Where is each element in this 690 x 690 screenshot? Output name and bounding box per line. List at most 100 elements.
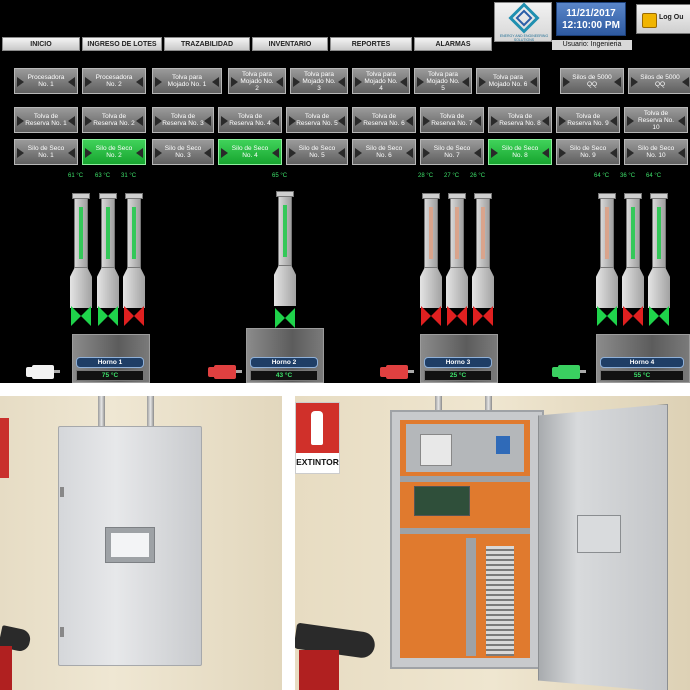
valve-left xyxy=(421,306,431,326)
row2-button-5[interactable]: Tolva de Reserva No. 5 xyxy=(286,107,348,133)
row1-button-1[interactable]: Procesadora No. 1 xyxy=(14,68,78,94)
valve-icon[interactable] xyxy=(649,306,669,326)
nav-tab-ingreso-lotes[interactable]: INGRESO DE LOTES xyxy=(82,37,162,51)
valve-left xyxy=(473,306,483,326)
valve-right xyxy=(108,306,118,326)
door-hmi-panel xyxy=(577,515,621,553)
silo-level xyxy=(605,207,609,259)
row2-button-6[interactable]: Tolva de Reserva No. 6 xyxy=(352,107,416,133)
silo-level xyxy=(106,207,110,259)
valve-icon[interactable] xyxy=(421,306,441,326)
valve-icon[interactable] xyxy=(447,306,467,326)
row1-button-9[interactable]: Silos de 5000 QQ xyxy=(560,68,624,94)
row2-button-3[interactable]: Tolva de Reserva No. 3 xyxy=(152,107,214,133)
plc-unit xyxy=(414,486,470,516)
nav-tab-trazabilidad[interactable]: TRAZABILIDAD xyxy=(164,37,250,51)
row2-button-7[interactable]: Tolva de Reserva No. 7 xyxy=(420,107,484,133)
button-label: Tolva de Reserva No. 4 xyxy=(229,113,271,127)
row3-button-2[interactable]: Silo de Seco No. 2 xyxy=(82,139,146,165)
photo-closed-cabinet xyxy=(0,396,282,690)
row1-button-10[interactable]: Silos de 5000 QQ xyxy=(628,68,690,94)
silo-tube xyxy=(448,193,466,268)
row2-button-1[interactable]: Tolva de Reserva No. 1 xyxy=(14,107,78,133)
din-rail xyxy=(400,528,530,534)
silo-tube xyxy=(72,193,90,268)
row2-button-4[interactable]: Tolva de Reserva No. 4 xyxy=(218,107,282,133)
row2-button-2[interactable]: Tolva de Reserva No. 2 xyxy=(82,107,146,133)
row1-button-6[interactable]: Tolva para Mojado No. 4 xyxy=(352,68,410,94)
extinguisher-icon xyxy=(311,411,323,445)
row1-button-3[interactable]: Tolva para Mojado No. 1 xyxy=(152,68,222,94)
silo-temperature: 28 °C xyxy=(418,173,434,179)
button-label: Silo de Seco No. 3 xyxy=(164,145,202,159)
button-label: Tolva de Reserva No. 2 xyxy=(93,113,135,127)
silo-level xyxy=(657,207,661,259)
photo-open-cabinet: EXTINTOR xyxy=(295,396,690,690)
valve-icon[interactable] xyxy=(124,306,144,326)
silo-temperature: 63 °C xyxy=(95,173,111,179)
closed-cabinet xyxy=(58,426,202,666)
row3-button-5[interactable]: Silo de Seco No. 5 xyxy=(286,139,348,165)
valve-icon[interactable] xyxy=(71,306,91,326)
valve-icon[interactable] xyxy=(473,306,493,326)
valve-right xyxy=(285,308,295,328)
silo-tube xyxy=(276,191,294,266)
row1-button-8[interactable]: Tolva para Mojado No. 6 xyxy=(476,68,540,94)
silo-temperature: 31 °C xyxy=(121,173,137,179)
valve-icon[interactable] xyxy=(98,306,118,326)
row2-button-8[interactable]: Tolva de Reserva No. 8 xyxy=(488,107,552,133)
wiring-duct xyxy=(466,538,476,656)
valve-icon[interactable] xyxy=(623,306,643,326)
valve-left xyxy=(623,306,633,326)
power-supply xyxy=(420,434,452,466)
row3-button-1[interactable]: Silo de Seco No. 1 xyxy=(14,139,78,165)
row3-button-10[interactable]: Silo de Seco No. 10 xyxy=(624,139,688,165)
row3-button-6[interactable]: Silo de Seco No. 6 xyxy=(352,139,416,165)
date-text: 11/21/2017 xyxy=(566,8,616,19)
nav-tab-inicio[interactable]: INICIO xyxy=(2,37,80,51)
motor-icon[interactable] xyxy=(208,362,242,380)
row1-button-5[interactable]: Tolva para Mojado No. 3 xyxy=(290,68,348,94)
display-window xyxy=(105,527,155,563)
row1-button-7[interactable]: Tolva para Mojado No. 5 xyxy=(414,68,472,94)
button-label: Procesadora No. 2 xyxy=(95,74,133,88)
button-label: Silos de 5000 QQ xyxy=(572,74,612,88)
conduit-pipe xyxy=(147,396,154,428)
button-label: Tolva de Reserva No. 7 xyxy=(431,113,473,127)
silo-cap xyxy=(448,193,466,199)
button-label: Tolva para Mojado No. 4 xyxy=(364,70,398,92)
button-label: Tolva para Mojado No. 5 xyxy=(426,70,460,92)
nav-tab-alarmas[interactable]: ALARMAS xyxy=(414,37,492,51)
oven-temperature: 25 °C xyxy=(424,370,492,381)
silo-funnel xyxy=(472,268,494,308)
button-label: Tolva para Mojado No. 3 xyxy=(302,70,336,92)
row1-button-4[interactable]: Tolva para Mojado No. 2 xyxy=(228,68,286,94)
button-label: Silo de Seco No. 5 xyxy=(298,145,336,159)
motor-body xyxy=(558,365,580,379)
nav-tab-reportes[interactable]: REPORTES xyxy=(330,37,412,51)
valve-right xyxy=(134,306,144,326)
row3-button-8[interactable]: Silo de Seco No. 8 xyxy=(488,139,552,165)
logout-label: Log Ou xyxy=(659,14,684,21)
row3-button-4[interactable]: Silo de Seco No. 4 xyxy=(218,139,282,165)
silo-funnel xyxy=(123,268,145,308)
logout-button[interactable]: Log Ou xyxy=(636,4,690,34)
motor-icon[interactable] xyxy=(552,362,586,380)
row3-button-3[interactable]: Silo de Seco No. 3 xyxy=(152,139,214,165)
valve-icon[interactable] xyxy=(597,306,617,326)
button-label: Silo de Seco No. 8 xyxy=(501,145,539,159)
nav-tab-inventario[interactable]: INVENTARIO xyxy=(252,37,328,51)
row2-button-9[interactable]: Tolva de Reserva No. 9 xyxy=(556,107,620,133)
row2-button-10[interactable]: Tolva de Reserva No. 10 xyxy=(624,107,688,133)
motor-icon[interactable] xyxy=(380,362,414,380)
breaker-row xyxy=(406,424,524,472)
row3-button-9[interactable]: Silo de Seco No. 9 xyxy=(556,139,620,165)
valve-left xyxy=(71,306,81,326)
row1-button-2[interactable]: Procesadora No. 2 xyxy=(82,68,146,94)
silo-tube xyxy=(598,193,616,268)
motor-icon[interactable] xyxy=(26,362,60,380)
button-label: Tolva de Reserva No. 8 xyxy=(499,113,541,127)
valve-icon[interactable] xyxy=(275,308,295,328)
row3-button-7[interactable]: Silo de Seco No. 7 xyxy=(420,139,484,165)
oven-name-label: Horno 3 xyxy=(424,357,492,368)
